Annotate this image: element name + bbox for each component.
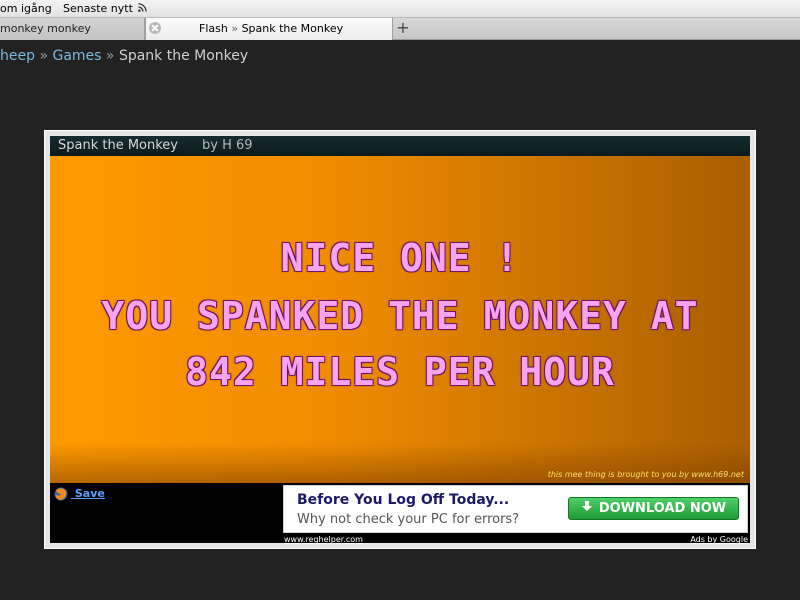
result-message-line-3: 842 MILES PER HOUR: [185, 350, 615, 394]
tab-bar: monkey monkey Flash » Spank the Monkey +: [0, 18, 800, 40]
result-message-line-2: YOU SPANKED THE MONKEY AT: [101, 294, 699, 338]
breadcrumb: heep » Games » Spank the Monkey: [0, 48, 248, 64]
game-author: by H 69: [202, 138, 253, 153]
breadcrumb-separator: »: [105, 48, 115, 64]
tab-site-label: Flash: [199, 22, 228, 35]
new-tab-button[interactable]: +: [393, 18, 413, 40]
bookmark-latest-news[interactable]: Senaste nytt: [63, 2, 148, 15]
game-footer: Save Before You Log Off Today... Why not…: [50, 483, 750, 544]
result-message-line-1: NICE ONE !: [280, 236, 520, 280]
tab-monkey-monkey[interactable]: monkey monkey: [0, 18, 145, 40]
breadcrumb-separator: »: [39, 48, 49, 64]
game-title: Spank the Monkey: [58, 138, 179, 153]
tab-page-label: Spank the Monkey: [241, 22, 344, 35]
bookmarks-toolbar: om igång Senaste nytt: [0, 0, 800, 18]
tab-title-separator: »: [231, 22, 239, 35]
tab-label: monkey monkey: [0, 22, 91, 35]
breadcrumb-home[interactable]: heep: [0, 48, 35, 64]
ad-url[interactable]: www.reghelper.com: [284, 535, 363, 544]
save-link[interactable]: Save: [54, 487, 105, 501]
game-canvas[interactable]: NICE ONE ! YOU SPANKED THE MONKEY AT 842…: [50, 156, 750, 483]
breadcrumb-current: Spank the Monkey: [118, 48, 249, 64]
bookmark-getting-started[interactable]: om igång: [0, 2, 52, 15]
tab-spank-the-monkey[interactable]: Flash » Spank the Monkey: [145, 18, 393, 40]
tab-label: Flash » Spank the Monkey: [199, 22, 343, 35]
game-title-bar: Spank the Monkey by H 69: [50, 136, 750, 156]
rss-icon: [138, 3, 148, 12]
breadcrumb-games[interactable]: Games: [52, 48, 101, 64]
save-label: Save: [74, 487, 105, 500]
game-credit[interactable]: this mee thing is brought to you by www.…: [548, 470, 744, 479]
bookmark-latest-news-label: Senaste nytt: [63, 2, 133, 15]
download-now-button[interactable]: DOWNLOAD NOW: [568, 497, 739, 520]
ad-headline[interactable]: Before You Log Off Today...: [297, 492, 509, 508]
ads-by-google[interactable]: Ads by Google: [690, 535, 748, 544]
download-button-label: DOWNLOAD NOW: [598, 501, 727, 516]
game-frame: Spank the Monkey by H 69 NICE ONE ! YOU …: [44, 130, 756, 549]
download-arrow-icon: [581, 501, 592, 511]
ad-subline: Why not check your PC for errors?: [297, 512, 520, 527]
firefox-icon: [54, 487, 68, 501]
ad-banner[interactable]: Before You Log Off Today... Why not chec…: [283, 485, 748, 533]
close-tab-icon[interactable]: [149, 22, 161, 34]
game-container: Spank the Monkey by H 69 NICE ONE ! YOU …: [50, 136, 750, 544]
